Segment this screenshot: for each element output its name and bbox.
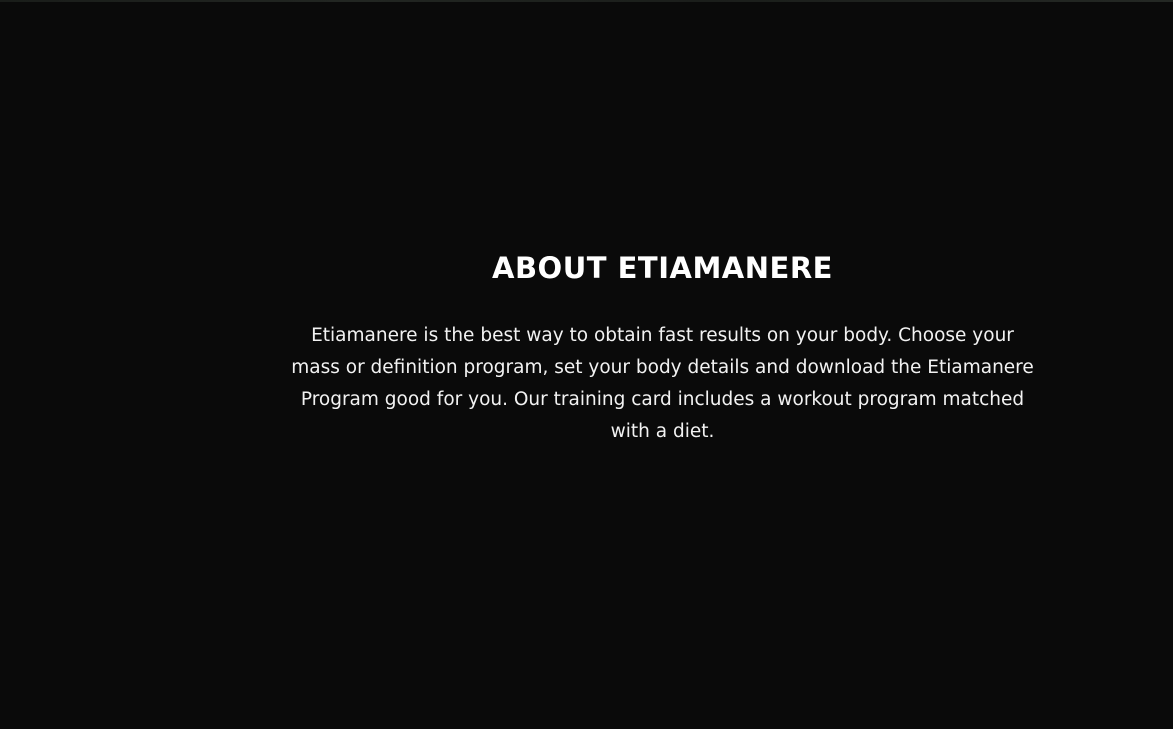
about-description: Etiamanere is the best way to obtain fas… <box>291 325 1034 442</box>
about-title: ABOUT ETIAMANERE <box>492 251 833 285</box>
about-section: ABOUT ETIAMANERE Etiamanere is the best … <box>0 0 1173 729</box>
about-content: ABOUT ETIAMANERE Etiamanere is the best … <box>290 250 1035 448</box>
